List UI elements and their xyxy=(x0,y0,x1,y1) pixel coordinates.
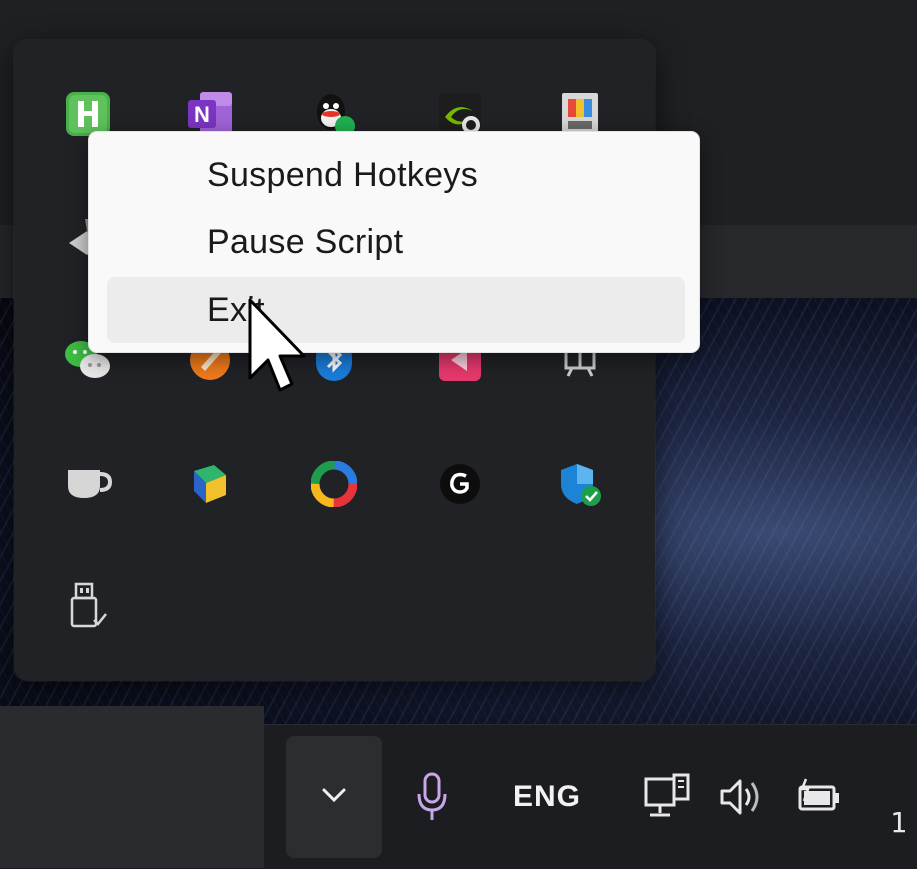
microphone-icon[interactable] xyxy=(410,768,454,828)
chevron-down-icon xyxy=(320,786,348,809)
network-status-icon[interactable] xyxy=(640,770,696,824)
clock-partial[interactable]: 1 xyxy=(890,806,907,839)
logitech-g-icon[interactable] xyxy=(432,456,488,512)
cup-icon[interactable] xyxy=(60,456,116,512)
show-hidden-icons-button[interactable] xyxy=(286,736,382,858)
pause-script-menu-item[interactable]: Pause Script xyxy=(107,209,685,275)
exit-label: Exit xyxy=(207,290,265,329)
battery-icon[interactable] xyxy=(790,772,846,822)
script-context-menu: Suspend Hotkeys Pause Script Exit xyxy=(88,131,700,353)
usb-drive-icon[interactable] xyxy=(60,578,116,634)
language-indicator[interactable]: ENG xyxy=(513,780,581,814)
colored-app-icon[interactable] xyxy=(182,456,238,512)
volume-icon[interactable] xyxy=(716,772,772,822)
exit-menu-item[interactable]: Exit xyxy=(107,277,685,343)
taskbar-app-button[interactable] xyxy=(0,706,264,868)
browser-ring-icon[interactable] xyxy=(306,456,362,512)
pause-script-label: Pause Script xyxy=(207,222,404,261)
defender-shield-icon[interactable] xyxy=(552,456,608,512)
suspend-hotkeys-label: Suspend Hotkeys xyxy=(207,155,478,194)
svg-text:N: N xyxy=(194,102,210,127)
suspend-hotkeys-menu-item[interactable]: Suspend Hotkeys xyxy=(107,142,685,208)
